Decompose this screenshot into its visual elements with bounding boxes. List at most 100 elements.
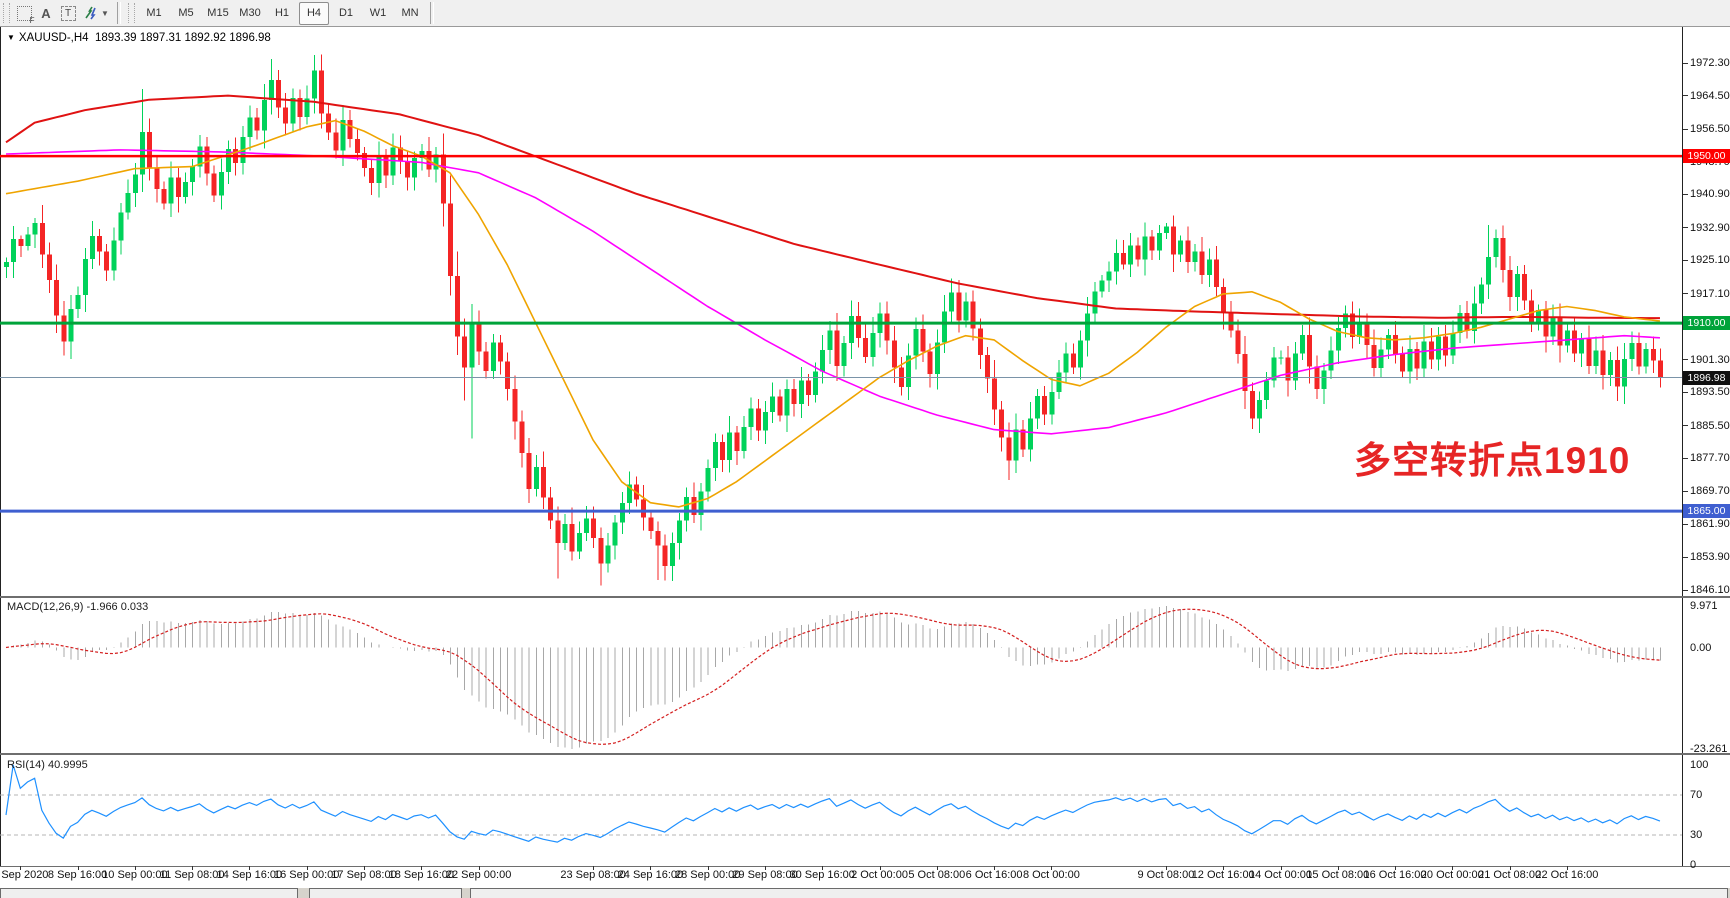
date-label: 22 Oct 16:00 <box>1535 869 1598 881</box>
date-label: 8 Sep 16:00 <box>48 869 107 881</box>
macd-main-value: -1.966 <box>86 601 117 613</box>
date-label: 17 Sep 08:00 <box>331 869 396 881</box>
date-label: 7 Sep 2020 <box>0 869 48 881</box>
price-tick-label: 1861.90 <box>1690 518 1730 530</box>
grid-icon: F <box>17 6 32 21</box>
objects-button[interactable]: ▼ <box>79 3 113 24</box>
price-tick-label: 1901.30 <box>1690 354 1730 366</box>
price-tick <box>1683 95 1688 96</box>
date-label: 9 Oct 08:00 <box>1137 869 1194 881</box>
date-label: 22 Sep 00:00 <box>446 869 511 881</box>
timeframe-w1-button[interactable]: W1 <box>363 2 393 25</box>
macd-axis-label: 0.00 <box>1690 642 1711 654</box>
price-tick-label: 1846.10 <box>1690 584 1730 596</box>
price-tick <box>1683 524 1688 525</box>
price-tick-label: 1877.70 <box>1690 452 1730 464</box>
date-label: 8 Oct 00:00 <box>1023 869 1080 881</box>
rsi-axis-label: 100 <box>1690 759 1708 771</box>
date-label: 28 Sep 00:00 <box>675 869 740 881</box>
date-label: 14 Sep 16:00 <box>217 869 282 881</box>
date-label: 29 Sep 08:00 <box>732 869 797 881</box>
chart-header: ▼ XAUUSD-,H4 1893.39 1897.31 1892.92 1896… <box>7 32 271 44</box>
current-price-box: 1896.98 <box>1683 371 1730 385</box>
add-label-button[interactable]: A <box>35 3 57 24</box>
bottom-tab-strip <box>0 888 1730 898</box>
price-tick <box>1683 557 1688 558</box>
price-tick-label: 1925.10 <box>1690 254 1730 266</box>
chart-tab[interactable] <box>0 888 298 898</box>
chart-tab[interactable] <box>309 888 462 898</box>
price-tick <box>1683 129 1688 130</box>
date-label: 21 Oct 08:00 <box>1478 869 1541 881</box>
date-label: 6 Oct 16:00 <box>966 869 1023 881</box>
chart-annotation-text: 多空转折点1910 <box>1354 430 1630 484</box>
timeframe-m30-button[interactable]: M30 <box>235 2 265 25</box>
letter-a-icon: A <box>41 6 50 21</box>
price-tick <box>1683 227 1688 228</box>
hline-price-box: 1865.00 <box>1683 504 1730 518</box>
price-tick <box>1683 392 1688 393</box>
chart-tab[interactable] <box>470 888 1728 898</box>
date-label: 10 Sep 00:00 <box>102 869 167 881</box>
timeframe-m1-button[interactable]: M1 <box>139 2 169 25</box>
macd-label: MACD(12,26,9) -1.966 0.033 <box>7 601 148 613</box>
toolbar: F A T ▼ M1 M5 M15 M30 H1 H4 D1 W1 MN <box>0 0 1730 27</box>
ohlc-values: 1893.39 1897.31 1892.92 1896.98 <box>95 32 271 44</box>
price-tick-label: 1940.90 <box>1690 188 1730 200</box>
timeframe-h4-button[interactable]: H4 <box>299 2 329 25</box>
date-label: 18 Sep 16:00 <box>389 869 454 881</box>
price-tick <box>1683 458 1688 459</box>
rsi-label: RSI(14) 40.9995 <box>7 759 88 771</box>
main-chart-canvas[interactable] <box>0 27 1682 596</box>
timeframe-d1-button[interactable]: D1 <box>331 2 361 25</box>
mt4-window: F A T ▼ M1 M5 M15 M30 H1 H4 D1 W1 MN <box>0 0 1730 898</box>
arrows-icon <box>83 6 99 20</box>
macd-signal-value: 0.033 <box>121 601 149 613</box>
date-label: 16 Sep 00:00 <box>274 869 339 881</box>
rsi-axis-label: 70 <box>1690 789 1702 801</box>
add-textbox-button[interactable]: T <box>57 3 79 24</box>
toolbar-separator <box>117 2 121 24</box>
macd-axis-label: -23.261 <box>1690 743 1727 755</box>
chart-grid-button[interactable]: F <box>13 3 35 24</box>
hline-price-box: 1910.00 <box>1683 316 1730 330</box>
toolbar-drag-handle[interactable] <box>3 3 10 23</box>
date-label: 11 Sep 08:00 <box>160 869 225 881</box>
price-tick-label: 1964.50 <box>1690 90 1730 102</box>
date-label: 5 Oct 08:00 <box>908 869 965 881</box>
timeframe-mn-button[interactable]: MN <box>395 2 425 25</box>
date-label: 20 Oct 00:00 <box>1421 869 1484 881</box>
hline-price-box: 1950.00 <box>1683 149 1730 163</box>
toolbar-separator <box>430 2 434 24</box>
price-tick <box>1683 590 1688 591</box>
date-label: 24 Sep 16:00 <box>618 869 683 881</box>
date-label: 2 Oct 00:00 <box>851 869 908 881</box>
collapse-triangle-icon[interactable]: ▼ <box>7 33 15 42</box>
price-tick-label: 1932.90 <box>1690 222 1730 234</box>
toolbar-drag-handle[interactable] <box>128 3 135 23</box>
macd-axis-label: 9.971 <box>1690 600 1718 612</box>
timeframe-m5-button[interactable]: M5 <box>171 2 201 25</box>
rsi-value: 40.9995 <box>48 759 88 771</box>
macd-panel-canvas[interactable] <box>0 598 1682 753</box>
date-label: 23 Sep 08:00 <box>560 869 625 881</box>
chevron-down-icon: ▼ <box>101 9 109 18</box>
rsi-axis-label: 30 <box>1690 829 1702 841</box>
price-tick <box>1683 293 1688 294</box>
price-tick <box>1683 194 1688 195</box>
price-tick-label: 1893.50 <box>1690 386 1730 398</box>
letter-t-icon: T <box>61 6 76 21</box>
date-label: 15 Oct 08:00 <box>1306 869 1369 881</box>
price-tick-label: 1956.50 <box>1690 123 1730 135</box>
date-label: 16 Oct 16:00 <box>1364 869 1427 881</box>
price-tick-label: 1869.70 <box>1690 485 1730 497</box>
rsi-panel-canvas[interactable] <box>0 755 1682 866</box>
timeframe-h1-button[interactable]: H1 <box>267 2 297 25</box>
symbol-label: XAUUSD-,H4 <box>19 32 89 44</box>
date-label: 12 Oct 16:00 <box>1192 869 1255 881</box>
price-tick <box>1683 425 1688 426</box>
timeframe-m15-button[interactable]: M15 <box>203 2 233 25</box>
price-tick <box>1683 260 1688 261</box>
price-tick <box>1683 359 1688 360</box>
price-tick-label: 1972.30 <box>1690 57 1730 69</box>
